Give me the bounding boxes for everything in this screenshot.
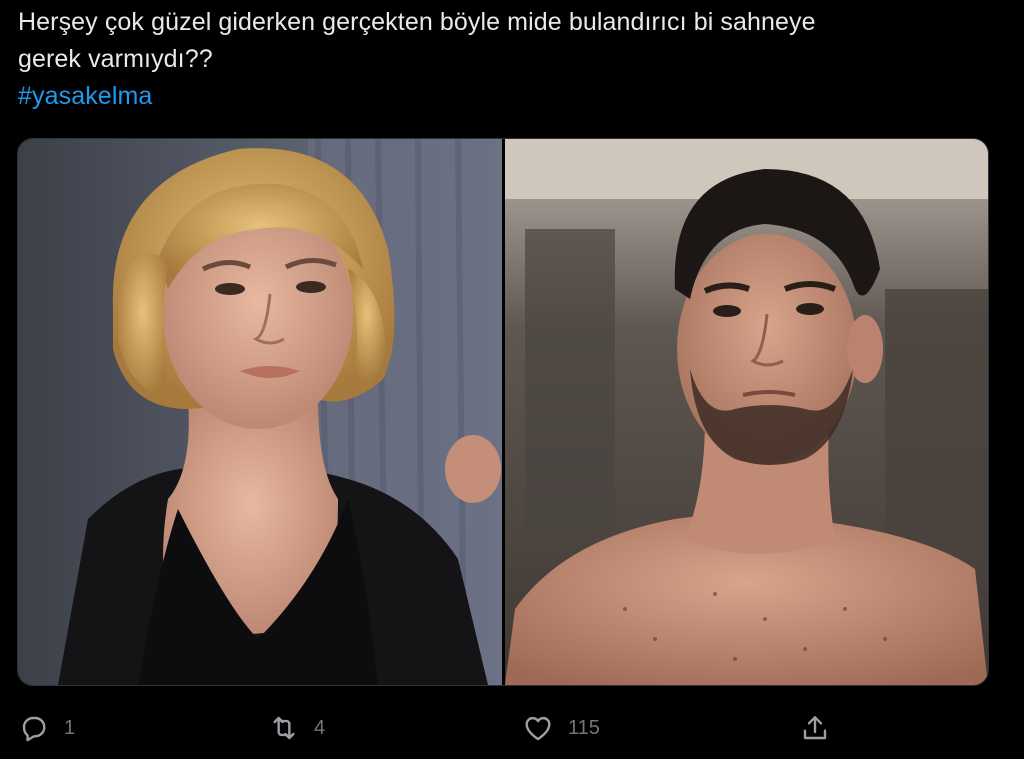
like-button[interactable]: 115 — [522, 706, 600, 750]
tweet-text-line-1: Herşey çok güzel giderken gerçekten böyl… — [18, 8, 816, 36]
tweet-media[interactable] — [17, 138, 989, 686]
tweet-text-line-2: gerek varmıydı?? — [18, 45, 213, 73]
share-icon — [803, 716, 827, 740]
tweet-actions: 1 4 115 — [0, 706, 1024, 750]
hashtag-link[interactable]: #yasakelma — [18, 78, 152, 115]
media-photo-woman[interactable] — [18, 139, 505, 685]
man-photo-image — [505, 139, 988, 685]
tweet-text: Herşey çok güzel giderken gerçekten böyl… — [18, 4, 978, 115]
retweet-button[interactable]: 4 — [268, 706, 325, 750]
like-count: 115 — [568, 716, 600, 739]
retweet-icon — [273, 716, 295, 740]
reply-button[interactable]: 1 — [18, 706, 75, 750]
retweet-count: 4 — [314, 716, 326, 739]
share-button[interactable] — [799, 706, 831, 750]
woman-photo-image — [18, 139, 502, 685]
tweet[interactable]: Herşey çok güzel giderken gerçekten böyl… — [0, 0, 1024, 759]
media-photo-man[interactable] — [505, 139, 988, 685]
like-icon — [525, 716, 551, 741]
reply-icon — [22, 716, 46, 742]
reply-count: 1 — [64, 716, 76, 739]
